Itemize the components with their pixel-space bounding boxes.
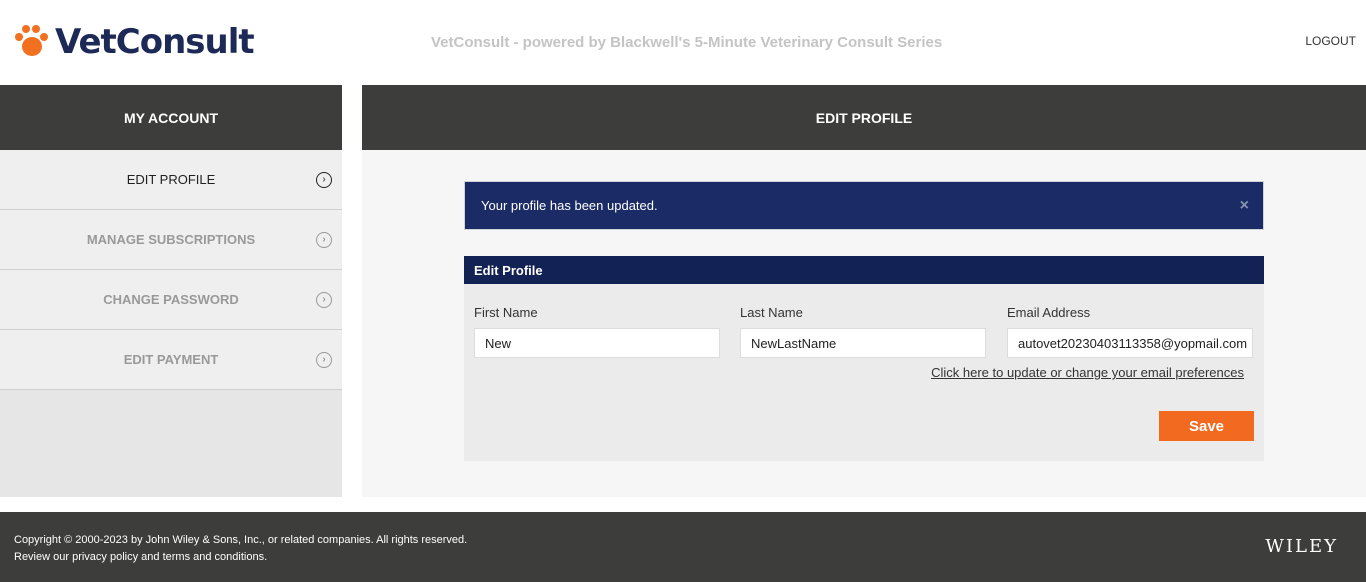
email-input[interactable] xyxy=(1007,328,1253,358)
wiley-logo[interactable]: WILEY xyxy=(1265,536,1338,557)
sidebar-item-label: EDIT PAYMENT xyxy=(123,352,219,367)
last-name-label: Last Name xyxy=(740,305,803,320)
save-button[interactable]: Save xyxy=(1159,411,1254,441)
review-prefix: Review our xyxy=(14,551,73,563)
alert-message: Your profile has been updated. xyxy=(481,198,658,213)
sidebar-item-edit-payment[interactable]: EDIT PAYMENT › xyxy=(0,330,342,390)
page-title: EDIT PROFILE xyxy=(362,85,1366,150)
close-icon[interactable]: × xyxy=(1240,197,1249,215)
email-label: Email Address xyxy=(1007,305,1091,320)
chevron-right-circle-icon: › xyxy=(316,232,332,248)
sidebar-item-label: CHANGE PASSWORD xyxy=(103,292,239,307)
logout-link[interactable]: LOGOUT xyxy=(1305,34,1356,48)
form-title: Edit Profile xyxy=(464,256,1264,284)
chevron-right-circle-icon: › xyxy=(316,352,332,368)
policy-line: Review our privacy policy and terms and … xyxy=(14,549,467,566)
logo-text: VetConsult xyxy=(55,22,255,62)
sidebar-item-edit-profile[interactable]: EDIT PROFILE › xyxy=(0,150,342,210)
first-name-input[interactable] xyxy=(474,328,720,358)
last-name-input[interactable] xyxy=(740,328,986,358)
email-group: Email Address xyxy=(1007,284,1253,358)
success-alert: Your profile has been updated. × xyxy=(464,181,1264,230)
last-name-group: Last Name xyxy=(740,284,986,358)
vetconsult-logo[interactable]: VetConsult xyxy=(13,22,255,62)
paw-icon xyxy=(13,24,49,60)
site-header: VetConsult VetConsult - powered by Black… xyxy=(0,0,1366,85)
privacy-policy-link[interactable]: privacy policy xyxy=(72,551,138,563)
sidebar-title: MY ACCOUNT xyxy=(0,85,342,150)
chevron-right-circle-icon: › xyxy=(316,172,332,188)
first-name-group: First Name xyxy=(474,284,720,358)
site-footer: Copyright © 2000-2023 by John Wiley & So… xyxy=(0,512,1366,582)
main-content: EDIT PROFILE Your profile has been updat… xyxy=(362,85,1366,497)
footer-text: Copyright © 2000-2023 by John Wiley & So… xyxy=(14,532,467,566)
edit-profile-form: Edit Profile First Name Last Name Email … xyxy=(464,256,1264,461)
sidebar-item-manage-subscriptions[interactable]: MANAGE SUBSCRIPTIONS › xyxy=(0,210,342,270)
site-tagline: VetConsult - powered by Blackwell's 5-Mi… xyxy=(431,34,943,51)
sidebar-item-label: EDIT PROFILE xyxy=(126,172,216,187)
terms-link[interactable]: terms and conditions xyxy=(163,551,265,563)
first-name-label: First Name xyxy=(474,305,538,320)
account-sidebar: MY ACCOUNT EDIT PROFILE › MANAGE SUBSCRI… xyxy=(0,85,342,497)
and-text: and xyxy=(138,551,163,563)
period-text: . xyxy=(264,551,268,563)
copyright-text: Copyright © 2000-2023 by John Wiley & So… xyxy=(14,534,468,546)
sidebar-item-label: MANAGE SUBSCRIPTIONS xyxy=(86,232,256,247)
sidebar-item-change-password[interactable]: CHANGE PASSWORD › xyxy=(0,270,342,330)
email-preferences-link[interactable]: Click here to update or change your emai… xyxy=(931,365,1244,380)
chevron-right-circle-icon: › xyxy=(316,292,332,308)
